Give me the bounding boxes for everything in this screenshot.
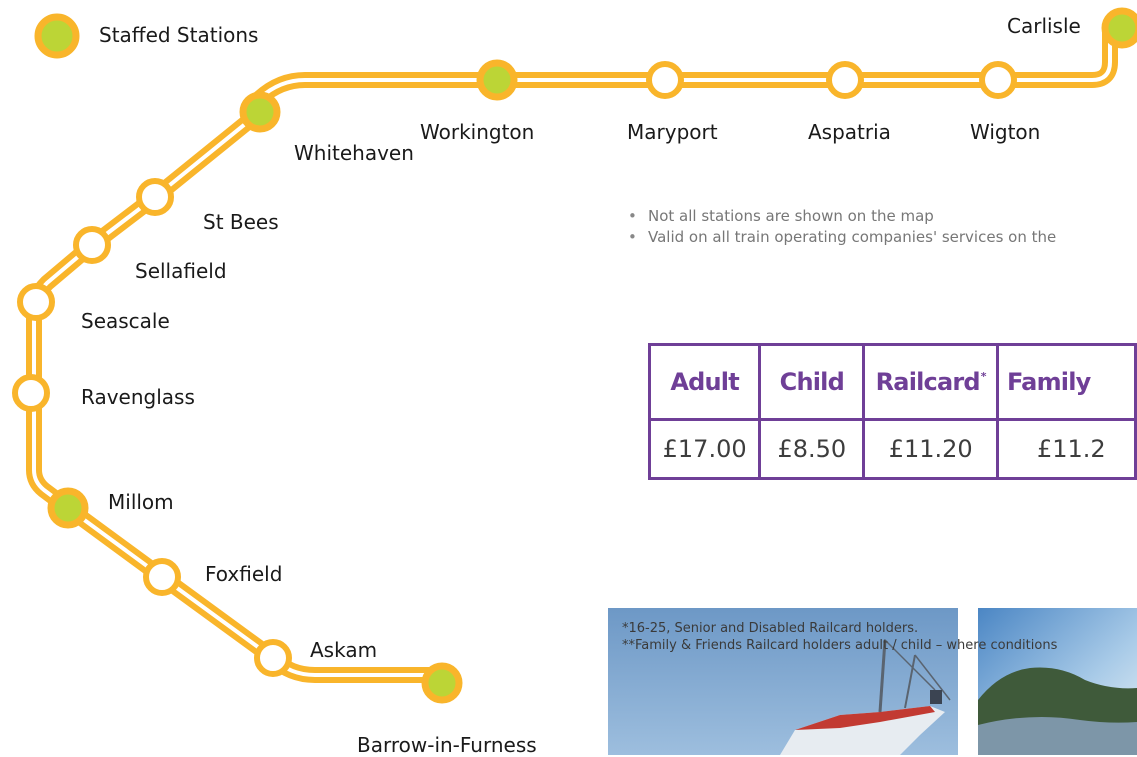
fare-header-family: Family [995, 343, 1137, 421]
note-item: Valid on all train operating companies' … [622, 227, 1137, 248]
fare-header-adult: Adult [648, 343, 762, 421]
station-dot-millom[interactable] [47, 487, 89, 529]
station-label-aspatria[interactable]: Aspatria [808, 120, 891, 144]
station-label-wigton[interactable]: Wigton [970, 120, 1040, 144]
station-dot-carlisle[interactable] [1101, 7, 1137, 49]
station-dot-whitehaven[interactable] [239, 91, 281, 133]
station-label-seascale[interactable]: Seascale [81, 309, 170, 333]
notes-list: Not all stations are shown on the map Va… [622, 206, 1137, 248]
legend-staffed-dot [34, 13, 80, 59]
fare-value-railcard: £11.20 [862, 418, 999, 480]
station-label-barrow[interactable]: Barrow-in-Furness [357, 733, 537, 757]
fare-value-child: £8.50 [758, 418, 866, 480]
station-label-whitehaven[interactable]: Whitehaven [294, 141, 414, 165]
station-label-maryport[interactable]: Maryport [627, 120, 718, 144]
footnote-railcard: *16-25, Senior and Disabled Railcard hol… [622, 621, 919, 636]
legend-label: Staffed Stations [99, 23, 259, 47]
station-dot-st-bees[interactable] [136, 178, 174, 216]
station-dot-foxfield[interactable] [143, 558, 181, 596]
station-dot-seascale[interactable] [17, 283, 55, 321]
station-label-sellafield[interactable]: Sellafield [135, 259, 227, 283]
fare-value-adult: £17.00 [648, 418, 762, 480]
fare-value-family: £11.2 [995, 418, 1137, 480]
fare-table: Adult Child Railcard* Family £17.00 £8.5… [648, 343, 1137, 480]
station-dot-askam[interactable] [254, 639, 292, 677]
fare-header-railcard-text: Railcard [875, 368, 981, 396]
station-dot-ravenglass[interactable] [12, 374, 50, 412]
station-label-ravenglass[interactable]: Ravenglass [81, 385, 195, 409]
station-label-st-bees[interactable]: St Bees [203, 210, 279, 234]
station-dot-sellafield[interactable] [73, 226, 111, 264]
footnote-family: **Family & Friends Railcard holders adul… [622, 638, 1058, 653]
station-dot-barrow[interactable] [421, 662, 463, 704]
station-dot-maryport[interactable] [646, 61, 684, 99]
station-label-carlisle[interactable]: Carlisle [1007, 14, 1081, 38]
station-label-foxfield[interactable]: Foxfield [205, 562, 282, 586]
fare-header-railcard-asterisk: * [980, 370, 987, 383]
station-label-millom[interactable]: Millom [108, 490, 174, 514]
station-label-askam[interactable]: Askam [310, 638, 377, 662]
station-dot-aspatria[interactable] [826, 61, 864, 99]
fare-header-railcard: Railcard* [862, 343, 999, 421]
station-dot-workington[interactable] [476, 59, 518, 101]
note-item: Not all stations are shown on the map [622, 206, 1137, 227]
fare-header-child: Child [758, 343, 866, 421]
station-dot-wigton[interactable] [979, 61, 1017, 99]
station-label-workington[interactable]: Workington [420, 120, 534, 144]
coastal-headland-photo [978, 608, 1137, 755]
